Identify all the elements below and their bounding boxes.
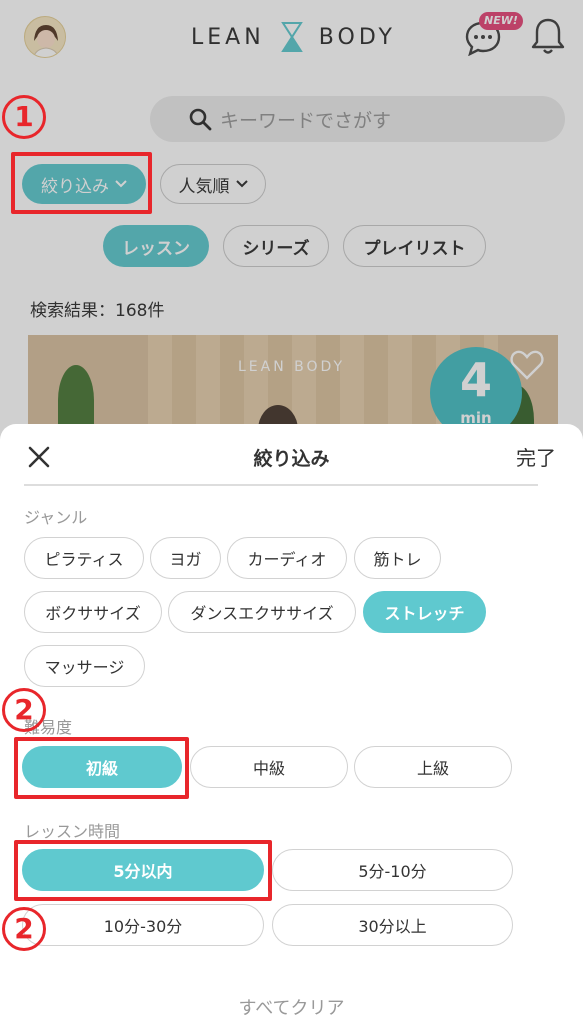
annotation-box-difficulty [14, 737, 189, 799]
difficulty-intermediate[interactable]: 中級 [190, 746, 348, 788]
duration-label: レッスン時間 [24, 822, 121, 841]
divider [24, 484, 538, 486]
sheet-title: 絞り込み [253, 448, 330, 470]
annotation-step-2: 2 [2, 907, 46, 951]
genre-chip-pilates[interactable]: ピラティス [24, 537, 144, 579]
done-button[interactable]: 完了 [516, 442, 556, 471]
genre-label: ジャンル [24, 508, 88, 527]
genre-chip-dance[interactable]: ダンスエクササイズ [168, 591, 356, 633]
duration-5-10[interactable]: 5分-10分 [272, 849, 513, 891]
filter-sheet: 絞り込み 完了 ジャンル ピラティス ヨガ カーディオ 筋トレ ボクササイズ ダ… [0, 424, 583, 1024]
difficulty-advanced[interactable]: 上級 [354, 746, 512, 788]
annotation-step-1: 1 [2, 95, 46, 139]
genre-chip-boxercise[interactable]: ボクササイズ [24, 591, 162, 633]
clear-all-button[interactable]: すべてクリア [0, 994, 583, 1020]
duration-10-30[interactable]: 10分-30分 [22, 904, 264, 946]
genre-chip-cardio[interactable]: カーディオ [227, 537, 347, 579]
annotation-step-2: 2 [2, 688, 46, 732]
genre-chip-stretch[interactable]: ストレッチ [363, 591, 486, 633]
genre-chip-strength[interactable]: 筋トレ [354, 537, 441, 579]
duration-over-30[interactable]: 30分以上 [272, 904, 513, 946]
genre-chip-yoga[interactable]: ヨガ [150, 537, 221, 579]
genre-chip-massage[interactable]: マッサージ [24, 645, 145, 687]
annotation-box-filter [11, 152, 152, 214]
annotation-box-duration [14, 840, 272, 901]
